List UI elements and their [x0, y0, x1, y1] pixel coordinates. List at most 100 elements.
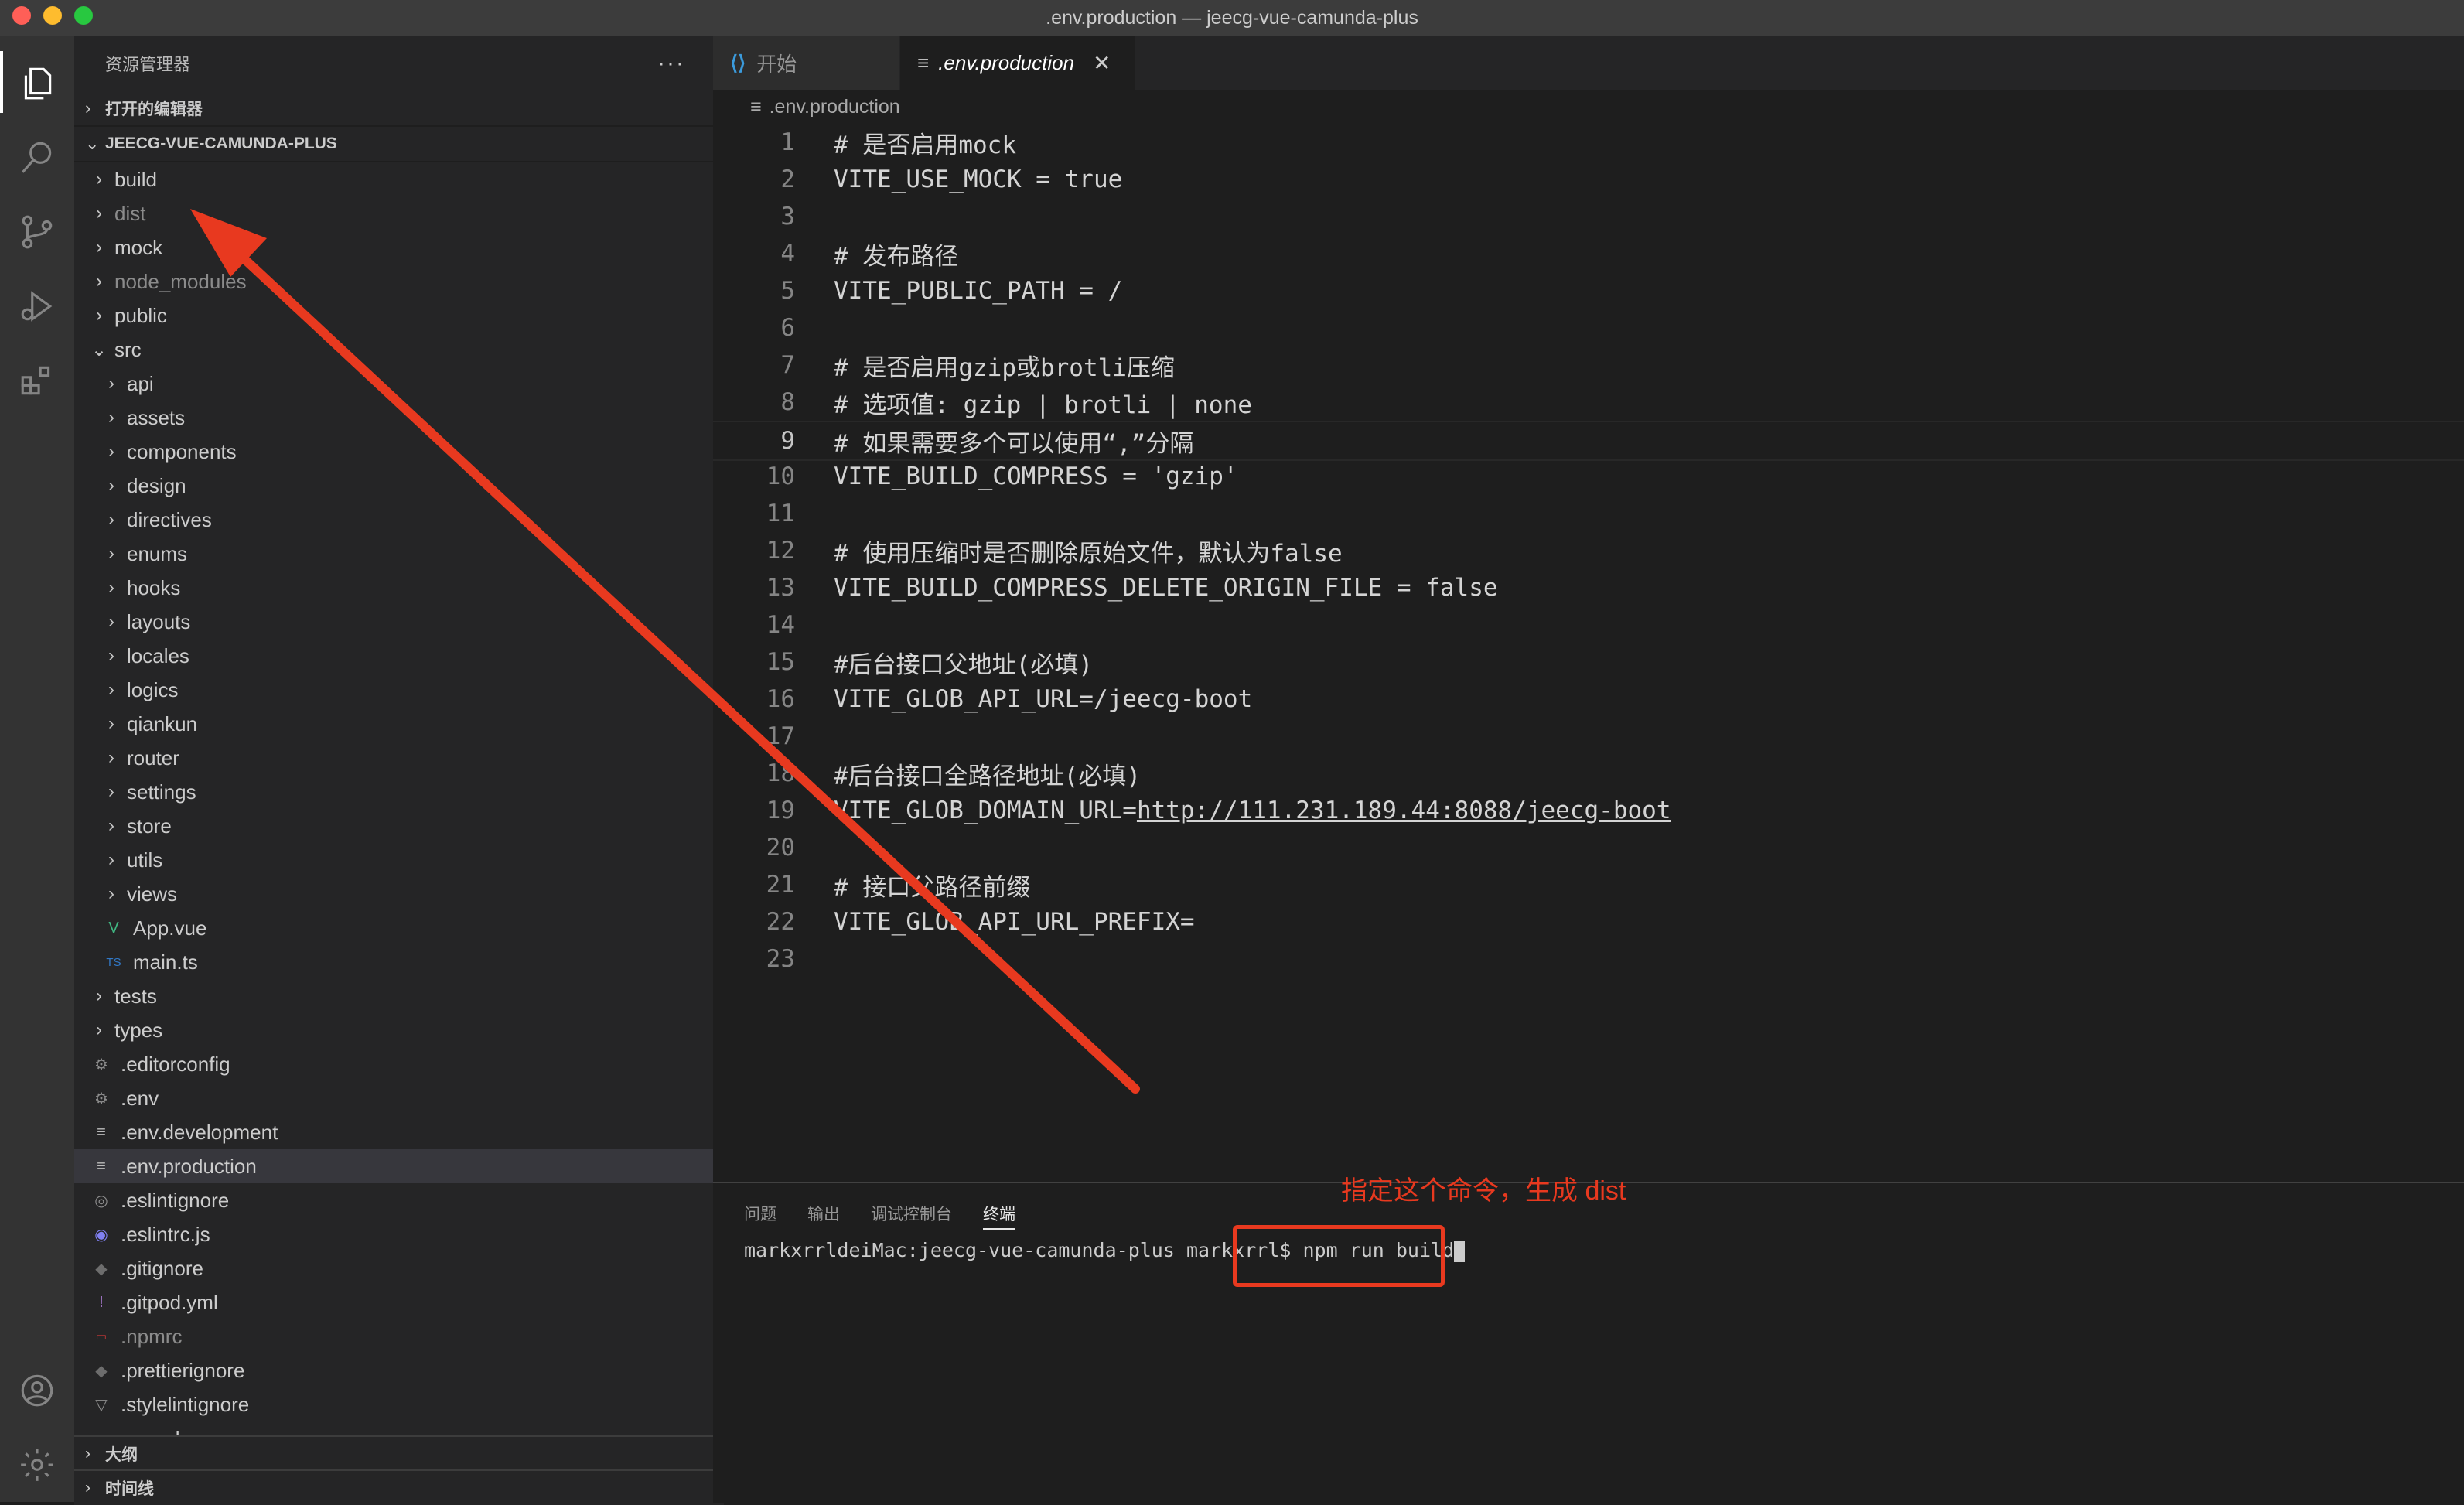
tree-item[interactable]: › enums	[74, 537, 713, 571]
code-line[interactable]: 6	[713, 309, 2464, 346]
code-link[interactable]: http://111.231.189.44:8088/jeecg-boot	[1137, 797, 1671, 824]
code-line[interactable]: 15 #后台接口父地址(必填)	[713, 643, 2464, 681]
tree-item[interactable]: ▽ .stylelintignore	[74, 1387, 713, 1421]
tree-item[interactable]: › components	[74, 435, 713, 469]
tree-item-label: settings	[127, 780, 196, 804]
chevron-right-icon: ›	[108, 509, 114, 530]
code-line[interactable]: 17	[713, 718, 2464, 755]
tree-item[interactable]: › utils	[74, 843, 713, 877]
tree-item[interactable]: ▭ .npmrc	[74, 1319, 713, 1353]
close-window-button[interactable]	[12, 6, 31, 25]
tree-item[interactable]: › views	[74, 877, 713, 911]
tree-item[interactable]: TS main.ts	[74, 945, 713, 979]
stylelint-file-icon: ▽	[95, 1396, 108, 1414]
tree-item[interactable]: › mock	[74, 230, 713, 264]
code-line[interactable]: 21 # 接口父路径前缀	[713, 866, 2464, 903]
settings-gear-icon[interactable]	[15, 1443, 59, 1486]
more-actions-icon[interactable]: ···	[657, 50, 685, 77]
tree-item[interactable]: › hooks	[74, 571, 713, 605]
code-line[interactable]: 13 VITE_BUILD_COMPRESS_DELETE_ORIGIN_FILE…	[713, 569, 2464, 606]
code-line[interactable]: 20	[713, 829, 2464, 866]
panel-tab[interactable]: 终端	[983, 1202, 1015, 1230]
tree-item[interactable]: › build	[74, 162, 713, 196]
tree-item-label: .env	[121, 1086, 159, 1110]
tree-item[interactable]: › assets	[74, 401, 713, 435]
code-line[interactable]: 23	[713, 940, 2464, 978]
tab-welcome[interactable]: ⟨⟩ 开始	[713, 36, 900, 90]
line-number: 12	[766, 537, 795, 565]
close-icon[interactable]: ✕	[1093, 50, 1111, 76]
panel-tab[interactable]: 输出	[807, 1202, 840, 1230]
source-control-icon[interactable]	[15, 210, 59, 254]
open-editors-section[interactable]: › 打开的编辑器	[74, 91, 713, 127]
ignore-diamond-icon: ◆	[95, 1260, 108, 1278]
search-icon[interactable]	[15, 136, 59, 179]
code-line[interactable]: 16 VITE_GLOB_API_URL=/jeecg-boot	[713, 681, 2464, 718]
line-content: VITE_USE_MOCK = true	[834, 166, 1123, 193]
tree-item-label: assets	[127, 405, 186, 429]
tree-item[interactable]: ≡ .env.development	[74, 1115, 713, 1149]
code-line[interactable]: 18 #后台接口全路径地址(必填)	[713, 755, 2464, 792]
tree-item[interactable]: › types	[74, 1013, 713, 1047]
code-line[interactable]: 3	[713, 198, 2464, 235]
outline-section[interactable]: › 大纲	[74, 1435, 724, 1471]
tree-item[interactable]: › dist	[74, 196, 713, 230]
tree-item[interactable]: › layouts	[74, 605, 713, 639]
tree-item[interactable]: › qiankun	[74, 707, 713, 741]
ignore-diamond-icon: ◆	[95, 1362, 108, 1380]
tree-item[interactable]: › locales	[74, 639, 713, 673]
line-number: 4	[780, 240, 795, 268]
project-section[interactable]: ⌄ JEECG-VUE-CAMUNDA-PLUS	[74, 127, 713, 162]
code-line[interactable]: 11	[713, 495, 2464, 532]
code-line[interactable]: 12 # 使用压缩时是否删除原始文件，默认为false	[713, 532, 2464, 569]
tree-item-label: .gitpod.yml	[121, 1290, 218, 1314]
tree-item[interactable]: › api	[74, 367, 713, 401]
tree-item[interactable]: ◎ .eslintignore	[74, 1183, 713, 1217]
code-line[interactable]: 10 VITE_BUILD_COMPRESS = 'gzip'	[713, 458, 2464, 495]
tree-item[interactable]: › node_modules	[74, 264, 713, 299]
run-debug-icon[interactable]	[15, 285, 59, 328]
tree-item[interactable]: › settings	[74, 775, 713, 809]
code-line[interactable]: 7 # 是否启用gzip或brotli压缩	[713, 346, 2464, 384]
tree-item[interactable]: ≡ .env.production	[74, 1149, 713, 1183]
text-file-icon: ≡	[97, 1123, 106, 1141]
tree-item[interactable]: ◆ .prettierignore	[74, 1353, 713, 1387]
tree-item[interactable]: ⚙ .env	[74, 1081, 713, 1115]
tree-item[interactable]: › router	[74, 741, 713, 775]
tree-item[interactable]: › design	[74, 469, 713, 503]
panel-tab[interactable]: 调试控制台	[871, 1202, 952, 1230]
tree-item[interactable]: ◆ .gitignore	[74, 1251, 713, 1285]
code-editor[interactable]: 1 # 是否启用mock 2 VITE_USE_MOCK = true 3 4 # 发布路径…	[713, 124, 2464, 1182]
maximize-window-button[interactable]	[74, 6, 93, 25]
code-line[interactable]: 1 # 是否启用mock	[713, 124, 2464, 161]
code-line[interactable]: 8 # 选项值: gzip | brotli | none	[713, 384, 2464, 421]
tree-item[interactable]: › logics	[74, 673, 713, 707]
explorer-icon[interactable]	[15, 62, 59, 105]
tab-env-production[interactable]: ≡ .env.production ✕	[900, 36, 1137, 90]
tree-item[interactable]: ⌄ src	[74, 333, 713, 367]
code-line[interactable]: 4 # 发布路径	[713, 235, 2464, 272]
tree-item[interactable]: › directives	[74, 503, 713, 537]
account-icon[interactable]	[15, 1369, 59, 1412]
code-line[interactable]: 14	[713, 606, 2464, 643]
code-line[interactable]: 19 VITE_GLOB_DOMAIN_URL=http://111.231.18…	[713, 792, 2464, 829]
tree-item[interactable]: V App.vue	[74, 911, 713, 945]
code-line[interactable]: 2 VITE_USE_MOCK = true	[713, 161, 2464, 198]
line-number: 18	[766, 759, 795, 787]
tree-item[interactable]: › store	[74, 809, 713, 843]
extensions-icon[interactable]	[15, 359, 59, 402]
tree-item[interactable]: ◉ .eslintrc.js	[74, 1217, 713, 1251]
chevron-right-icon: ›	[108, 849, 114, 870]
tree-item[interactable]: › public	[74, 299, 713, 333]
code-line[interactable]: 9 # 如果需要多个可以使用“,”分隔	[713, 421, 2464, 461]
panel-tab[interactable]: 问题	[744, 1202, 776, 1230]
minimize-window-button[interactable]	[43, 6, 62, 25]
tree-item[interactable]: ! .gitpod.yml	[74, 1285, 713, 1319]
breadcrumb-file[interactable]: .env.production	[770, 96, 900, 118]
code-line[interactable]: 5 VITE_PUBLIC_PATH = /	[713, 272, 2464, 309]
timeline-section[interactable]: › 时间线	[74, 1469, 724, 1505]
tree-item[interactable]: › tests	[74, 979, 713, 1013]
tree-item[interactable]: ⚙ .editorconfig	[74, 1047, 713, 1081]
chevron-right-icon: ›	[108, 577, 114, 598]
code-line[interactable]: 22 VITE_GLOB_API_URL_PREFIX=	[713, 903, 2464, 940]
